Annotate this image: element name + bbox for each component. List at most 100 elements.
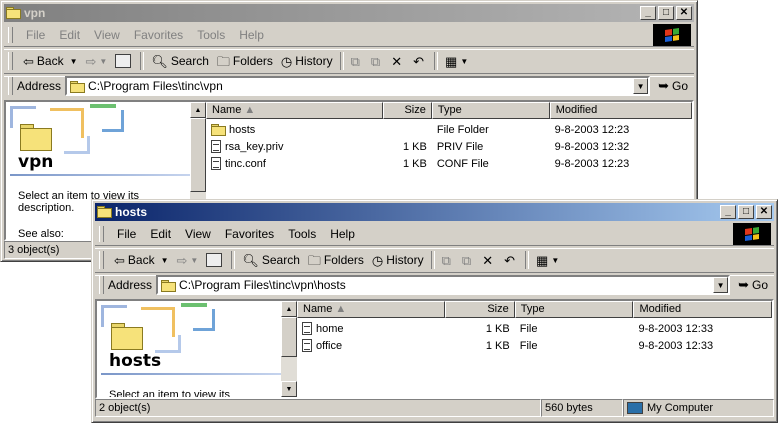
close-button[interactable]: ✕ (676, 6, 692, 20)
title-bar[interactable]: vpn _ □ ✕ (4, 4, 694, 22)
go-button[interactable]: ➥ Go (738, 277, 768, 293)
windows-logo-icon (653, 24, 691, 46)
menu-favorites[interactable]: Favorites (127, 28, 190, 42)
search-icon: 🔍︎ (151, 53, 168, 69)
forward-arrow-icon: ⇨ (176, 252, 188, 268)
web-view-pane: hosts Select an item to view its descrip… (97, 301, 281, 397)
address-dropdown-button[interactable]: ▼ (713, 277, 729, 293)
close-button[interactable]: ✕ (756, 205, 772, 219)
history-button[interactable]: ◷ History (277, 50, 337, 72)
search-icon: 🔍︎ (242, 252, 259, 268)
list-item[interactable]: tinc.conf 1 KB CONF File 9-8-2003 12:23 (206, 155, 692, 172)
delete-icon: ✕ (482, 252, 494, 268)
list-item[interactable]: home 1 KB File 9-8-2003 12:33 (297, 320, 772, 337)
column-name-header[interactable]: Name ▲ (297, 301, 446, 318)
views-button[interactable]: ▦ ▼ (532, 249, 563, 271)
minimize-button[interactable]: _ (720, 205, 736, 219)
search-button[interactable]: 🔍︎ Search (238, 249, 304, 271)
list-item[interactable]: rsa_key.priv 1 KB PRIV File 9-8-2003 12:… (206, 138, 692, 155)
copy-to-button[interactable]: ⧉ (367, 50, 387, 72)
go-button[interactable]: ➥ Go (658, 78, 688, 94)
folders-icon: 🗀 (216, 53, 230, 69)
column-modified-header[interactable]: Modified (549, 102, 692, 119)
menu-view[interactable]: View (87, 28, 127, 42)
column-name-header[interactable]: Name ▲ (206, 102, 383, 119)
menu-favorites[interactable]: Favorites (218, 227, 281, 241)
maximize-button[interactable]: □ (658, 6, 674, 20)
standard-toolbar: ⇦ Back ▼ ⇨ ▼ 🔍︎ Search 🗀 Folders ◷ History ⧉ ⧉… (95, 247, 774, 273)
address-dropdown-button[interactable]: ▼ (633, 78, 649, 94)
menu-tools[interactable]: Tools (190, 28, 232, 42)
see-also-label: See also: (18, 228, 64, 239)
column-size-header[interactable]: Size (382, 102, 432, 119)
undo-button[interactable]: ↶ (500, 249, 522, 271)
column-headers: Name ▲ Size Type Modified (297, 301, 772, 318)
scroll-up-button[interactable]: ▲ (281, 301, 297, 317)
undo-icon: ↶ (413, 53, 425, 69)
file-list: Name ▲ Size Type Modified home 1 KB File… (297, 301, 772, 397)
undo-button[interactable]: ↶ (409, 50, 431, 72)
move-to-button[interactable]: ⧉ (347, 50, 367, 72)
search-button[interactable]: 🔍︎ Search (147, 50, 213, 72)
title-bar[interactable]: hosts _ □ ✕ (95, 203, 774, 221)
address-value: C:\Program Files\tinc\vpn (88, 79, 223, 93)
menu-bar: File Edit View Favorites Tools Help (4, 24, 694, 46)
scroll-thumb[interactable] (281, 317, 297, 357)
views-button[interactable]: ▦ ▼ (441, 50, 472, 72)
menu-file[interactable]: File (19, 28, 52, 42)
menu-tools[interactable]: Tools (281, 227, 323, 241)
up-button[interactable] (111, 50, 137, 72)
folder-large-icon (111, 323, 143, 350)
up-button[interactable] (202, 249, 228, 271)
file-icon (302, 322, 312, 335)
back-button[interactable]: ⇦ Back ▼ (19, 50, 82, 72)
standard-toolbar: ⇦ Back ▼ ⇨ ▼ 🔍︎ Search 🗀 Folders ◷ History ⧉ ⧉… (4, 48, 694, 74)
folder-view: hosts Select an item to view its descrip… (95, 299, 774, 399)
history-icon: ◷ (280, 53, 293, 69)
copy-to-button[interactable]: ⧉ (458, 249, 478, 271)
delete-button[interactable]: ✕ (387, 50, 409, 72)
list-item[interactable]: office 1 KB File 9-8-2003 12:33 (297, 337, 772, 354)
hosts-window[interactable]: hosts _ □ ✕ File Edit View Favorites Too… (91, 199, 778, 423)
column-type-header[interactable]: Type (431, 102, 550, 119)
status-zone: My Computer (623, 399, 774, 417)
minimize-button[interactable]: _ (640, 6, 656, 20)
menu-view[interactable]: View (178, 227, 218, 241)
column-size-header[interactable]: Size (445, 301, 515, 318)
folder-up-icon (206, 253, 223, 267)
delete-button[interactable]: ✕ (478, 249, 500, 271)
back-button[interactable]: ⇦ Back ▼ (110, 249, 173, 271)
forward-button[interactable]: ⇨ ▼ (173, 249, 203, 271)
address-input[interactable]: C:\Program Files\tinc\vpn ▼ (65, 76, 651, 96)
list-item[interactable]: hosts File Folder 9-8-2003 12:23 (206, 121, 692, 138)
folders-button[interactable]: 🗀 Folders (213, 50, 277, 72)
move-to-button[interactable]: ⧉ (438, 249, 458, 271)
undo-icon: ↶ (504, 252, 516, 268)
scroll-thumb[interactable] (190, 118, 206, 192)
scroll-down-button[interactable]: ▼ (281, 381, 297, 397)
status-object-count: 2 object(s) (95, 399, 541, 417)
views-icon: ▦ (536, 252, 549, 268)
folders-icon: 🗀 (307, 252, 321, 268)
menu-help[interactable]: Help (323, 227, 362, 241)
menu-help[interactable]: Help (232, 28, 271, 42)
menu-edit[interactable]: Edit (143, 227, 178, 241)
folder-description: Select an item to view its description. (109, 389, 231, 397)
window-title: hosts (115, 205, 148, 219)
move-to-icon: ⧉ (441, 252, 451, 268)
maximize-button[interactable]: □ (738, 205, 754, 219)
history-button[interactable]: ◷ History (368, 249, 428, 271)
scroll-up-button[interactable]: ▲ (190, 102, 206, 118)
status-bar: 2 object(s) 560 bytes My Computer (95, 399, 774, 417)
address-label: Address (17, 79, 62, 93)
menu-edit[interactable]: Edit (52, 28, 87, 42)
menu-file[interactable]: File (110, 227, 143, 241)
views-icon: ▦ (445, 53, 458, 69)
column-modified-header[interactable]: Modified (633, 301, 772, 318)
folders-button[interactable]: 🗀 Folders (304, 249, 368, 271)
left-pane-scrollbar[interactable]: ▲ ▼ (281, 301, 297, 397)
my-computer-icon (627, 402, 643, 414)
address-input[interactable]: C:\Program Files\tinc\vpn\hosts ▼ (156, 275, 731, 295)
column-type-header[interactable]: Type (514, 301, 634, 318)
forward-button[interactable]: ⇨ ▼ (82, 50, 112, 72)
